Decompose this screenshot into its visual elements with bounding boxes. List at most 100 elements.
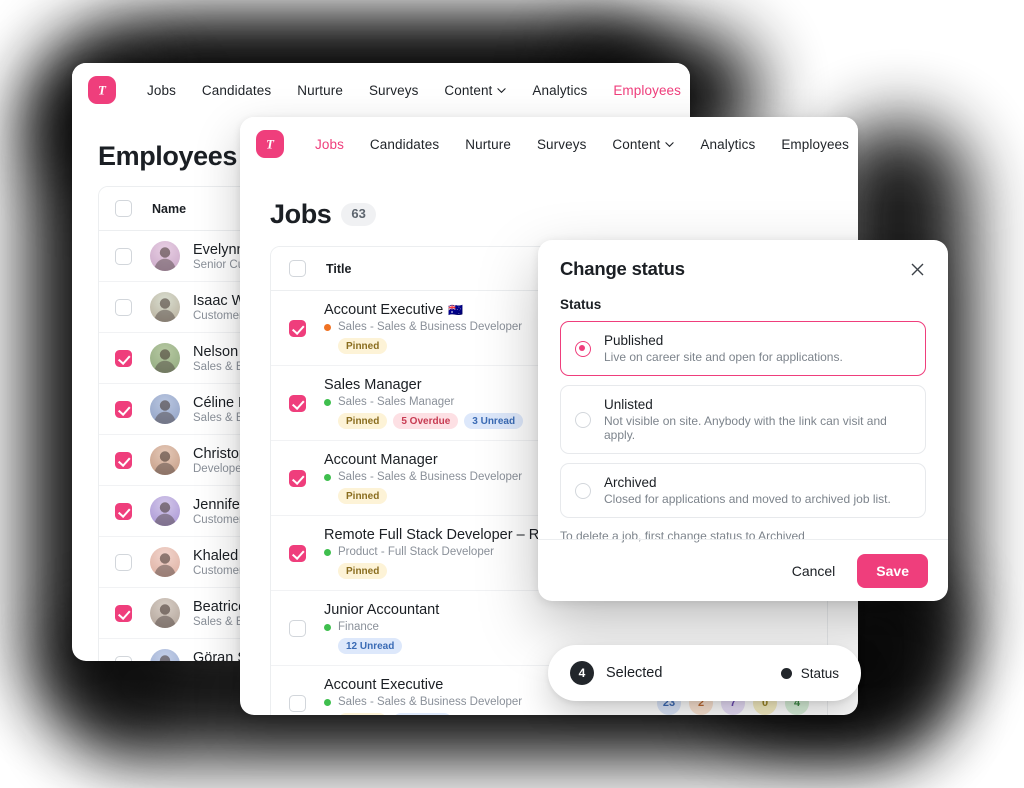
avatar (150, 394, 180, 424)
jobs-nav-candidates[interactable]: Candidates (357, 137, 452, 152)
job-subline: Finance (324, 621, 809, 633)
jobs-nav-nurture[interactable]: Nurture (452, 137, 524, 152)
change-status-modal: Change status Status Published Live on ca… (538, 240, 948, 601)
modal-header: Change status (538, 240, 948, 286)
job-status-dot-icon (324, 548, 331, 556)
status-dot-icon (780, 667, 792, 679)
select-all-checkbox[interactable] (289, 260, 306, 277)
status-option-list: Published Live on career site and open fo… (538, 321, 948, 518)
nav-label: Candidates (369, 136, 440, 152)
row-checkbox[interactable] (115, 553, 132, 571)
job-title: Junior Accountant (324, 602, 809, 618)
radio-button[interactable] (575, 340, 591, 357)
row-checkbox[interactable] (289, 544, 306, 562)
radio-button[interactable] (575, 411, 591, 428)
employees-nav-jobs[interactable]: Jobs (134, 83, 189, 98)
avatar (150, 496, 180, 526)
selected-count-badge: 4 (570, 661, 594, 685)
job-title-text: Account Executive (324, 677, 444, 693)
row-checkbox[interactable] (289, 694, 306, 712)
status-action-button[interactable]: Status (780, 665, 839, 681)
radio-button[interactable] (575, 482, 591, 499)
row-checkbox[interactable] (115, 349, 132, 367)
job-department: Sales - Sales & Business Developer (338, 696, 523, 708)
row-checkbox[interactable] (115, 604, 132, 622)
nav-label: Analytics (532, 82, 588, 98)
status-option-label: Archived (604, 475, 657, 490)
chevron-down-icon (665, 141, 675, 147)
status-option-text: Published Live on career site and open fo… (604, 333, 843, 364)
status-option-label: Published (604, 333, 664, 348)
job-pill-pinned: Pinned (338, 488, 388, 504)
nav-label: Nurture (297, 82, 343, 98)
jobs-nav-jobs[interactable]: Jobs (302, 137, 357, 152)
status-option-archived[interactable]: Archived Closed for applications and move… (560, 463, 926, 518)
job-department: Product - Full Stack Developer (338, 546, 494, 558)
nav-label: Jobs (147, 82, 176, 98)
jobs-nav-employees[interactable]: Employees (768, 137, 858, 152)
jobs-nav-content[interactable]: Content (599, 137, 687, 152)
row-checkbox[interactable] (115, 298, 132, 316)
job-title-text: Account Executive (324, 302, 444, 318)
employees-nav-content[interactable]: Content (431, 83, 519, 98)
row-checkbox[interactable] (115, 451, 132, 469)
status-option-unlisted[interactable]: Unlisted Not visible on site. Anybody wit… (560, 385, 926, 454)
cancel-button[interactable]: Cancel (786, 555, 842, 587)
avatar (150, 547, 180, 577)
status-option-published[interactable]: Published Live on career site and open fo… (560, 321, 926, 376)
nav-label: Jobs (315, 136, 344, 152)
row-checkbox[interactable] (289, 619, 306, 637)
row-checkbox[interactable] (115, 400, 132, 418)
logo-t-icon[interactable]: T (256, 130, 284, 158)
employees-topnav: T Jobs Candidates Nurture Surveys Content Ana… (72, 63, 690, 117)
selected-label: Selected (606, 665, 663, 681)
employees-nav-surveys[interactable]: Surveys (356, 83, 431, 98)
status-option-description: Closed for applications and moved to arc… (604, 492, 891, 506)
nav-label: Content (612, 136, 661, 152)
close-icon[interactable] (906, 258, 928, 280)
jobs-nav-analytics[interactable]: Analytics (687, 137, 768, 152)
job-title-text: Sales Manager (324, 377, 422, 393)
nav-label: Content (444, 82, 493, 98)
row-checkbox[interactable] (115, 247, 132, 265)
job-pill-pinned: Pinned (338, 338, 388, 354)
jobs-nav-surveys[interactable]: Surveys (524, 137, 599, 152)
row-checkbox[interactable] (289, 394, 306, 412)
employees-nav-employees[interactable]: Employees (600, 83, 690, 98)
jobs-nav-links: Jobs Candidates Nurture Surveys Content Analy… (302, 137, 858, 152)
avatar (150, 241, 180, 271)
nav-label: Employees (613, 82, 682, 98)
row-checkbox[interactable] (115, 655, 132, 661)
page-title: Jobs (270, 199, 332, 229)
job-title-text: Junior Accountant (324, 602, 440, 618)
svg-text:T: T (266, 137, 275, 152)
jobs-count-badge: 63 (341, 203, 376, 226)
status-option-text: Unlisted Not visible on site. Anybody wit… (604, 397, 911, 442)
nav-label: Surveys (536, 136, 587, 152)
column-header-name: Name (152, 201, 187, 216)
modal-section-label: Status (560, 297, 602, 312)
nav-label: Nurture (465, 136, 511, 152)
job-title-text: Account Manager (324, 452, 438, 468)
employees-nav-analytics[interactable]: Analytics (519, 83, 600, 98)
nav-label: Analytics (700, 136, 756, 152)
job-pill-unread: 3 Unread (464, 413, 524, 429)
status-action-label: Status (800, 665, 839, 681)
logo-t-icon[interactable]: T (88, 76, 116, 104)
job-pill-overdue: 5 Overdue (393, 413, 459, 429)
row-checkbox[interactable] (289, 319, 306, 337)
row-checkbox[interactable] (289, 469, 306, 487)
nav-label: Candidates (201, 82, 272, 98)
row-checkbox[interactable] (115, 502, 132, 520)
save-button[interactable]: Save (857, 553, 928, 588)
jobs-title-row: Jobs 63 (240, 171, 858, 246)
employees-nav-candidates[interactable]: Candidates (189, 83, 284, 98)
job-pill-unread: 12 Unread (338, 638, 403, 654)
avatar (150, 649, 180, 661)
jobs-topnav: T Jobs Candidates Nurture Surveys Content Ana… (240, 117, 858, 171)
select-all-checkbox[interactable] (115, 200, 132, 217)
screenshot-canvas: T Jobs Candidates Nurture Surveys Content Ana… (0, 0, 1024, 788)
employees-nav-nurture[interactable]: Nurture (284, 83, 356, 98)
nav-label: Employees (781, 136, 850, 152)
job-status-dot-icon (324, 398, 331, 406)
